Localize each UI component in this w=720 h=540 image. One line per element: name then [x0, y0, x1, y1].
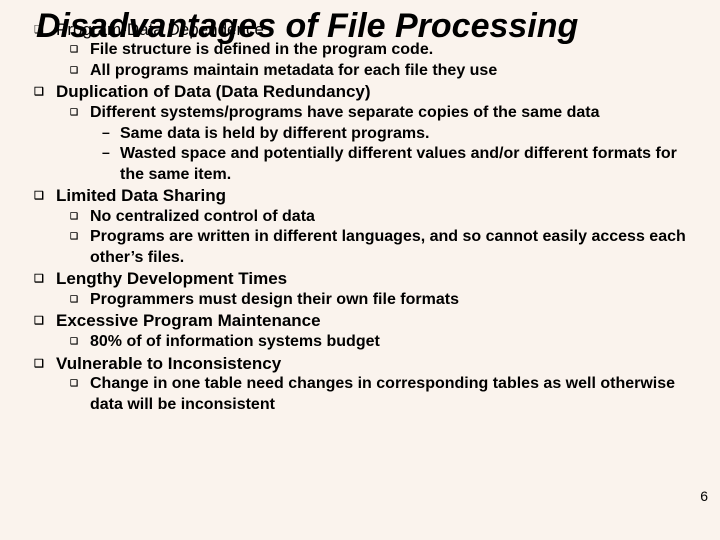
sub-sub-bullet: Same data is held by different programs. — [90, 124, 696, 144]
bullet-text: Limited Data Sharing — [56, 186, 226, 205]
bullet-text: Lengthy Development Times — [56, 269, 287, 288]
sub-sub-bullet: Wasted space and potentially different v… — [90, 144, 696, 185]
slide-body: Program-Data Dependence File structure i… — [24, 19, 696, 416]
bullet-text: Programmers must design their own file f… — [90, 291, 459, 308]
bullet-text: Wasted space and potentially different v… — [120, 145, 677, 182]
bullet-excessive-program-maintenance: Excessive Program Maintenance 80% of of … — [24, 310, 696, 352]
bullet-text: Change in one table need changes in corr… — [90, 375, 675, 412]
bullet-text: Program-Data Dependence — [56, 20, 264, 39]
bullet-list: Program-Data Dependence File structure i… — [24, 19, 696, 416]
sub-bullet: No centralized control of data — [56, 207, 696, 227]
bullet-text: Duplication of Data (Data Redundancy) — [56, 82, 371, 101]
bullet-text: Programs are written in different langua… — [90, 228, 686, 265]
bullet-duplication-of-data: Duplication of Data (Data Redundancy) Di… — [24, 81, 696, 185]
bullet-lengthy-development-times: Lengthy Development Times Programmers mu… — [24, 268, 696, 310]
bullet-vulnerable-to-inconsistency: Vulnerable to Inconsistency Change in on… — [24, 353, 696, 416]
bullet-text: 80% of of information systems budget — [90, 333, 380, 350]
sub-bullet: File structure is defined in the program… — [56, 40, 696, 60]
page-number: 6 — [700, 488, 708, 504]
sub-bullet: Different systems/programs have separate… — [56, 103, 696, 185]
bullet-text: Same data is held by different programs. — [120, 125, 429, 142]
bullet-text: All programs maintain metadata for each … — [90, 62, 497, 79]
bullet-text: No centralized control of data — [90, 208, 315, 225]
bullet-limited-data-sharing: Limited Data Sharing No centralized cont… — [24, 185, 696, 268]
bullet-program-data-dependence: Program-Data Dependence File structure i… — [24, 19, 696, 82]
sub-bullet: Programs are written in different langua… — [56, 227, 696, 268]
bullet-text: Vulnerable to Inconsistency — [56, 354, 281, 373]
bullet-text: Different systems/programs have separate… — [90, 104, 600, 121]
sub-bullet: Change in one table need changes in corr… — [56, 374, 696, 415]
sub-bullet: 80% of of information systems budget — [56, 332, 696, 352]
slide: Disadvantages of File Processing Program… — [0, 0, 720, 540]
sub-bullet: All programs maintain metadata for each … — [56, 61, 696, 81]
bullet-text: Excessive Program Maintenance — [56, 311, 321, 330]
sub-bullet: Programmers must design their own file f… — [56, 290, 696, 310]
bullet-text: File structure is defined in the program… — [90, 41, 433, 58]
